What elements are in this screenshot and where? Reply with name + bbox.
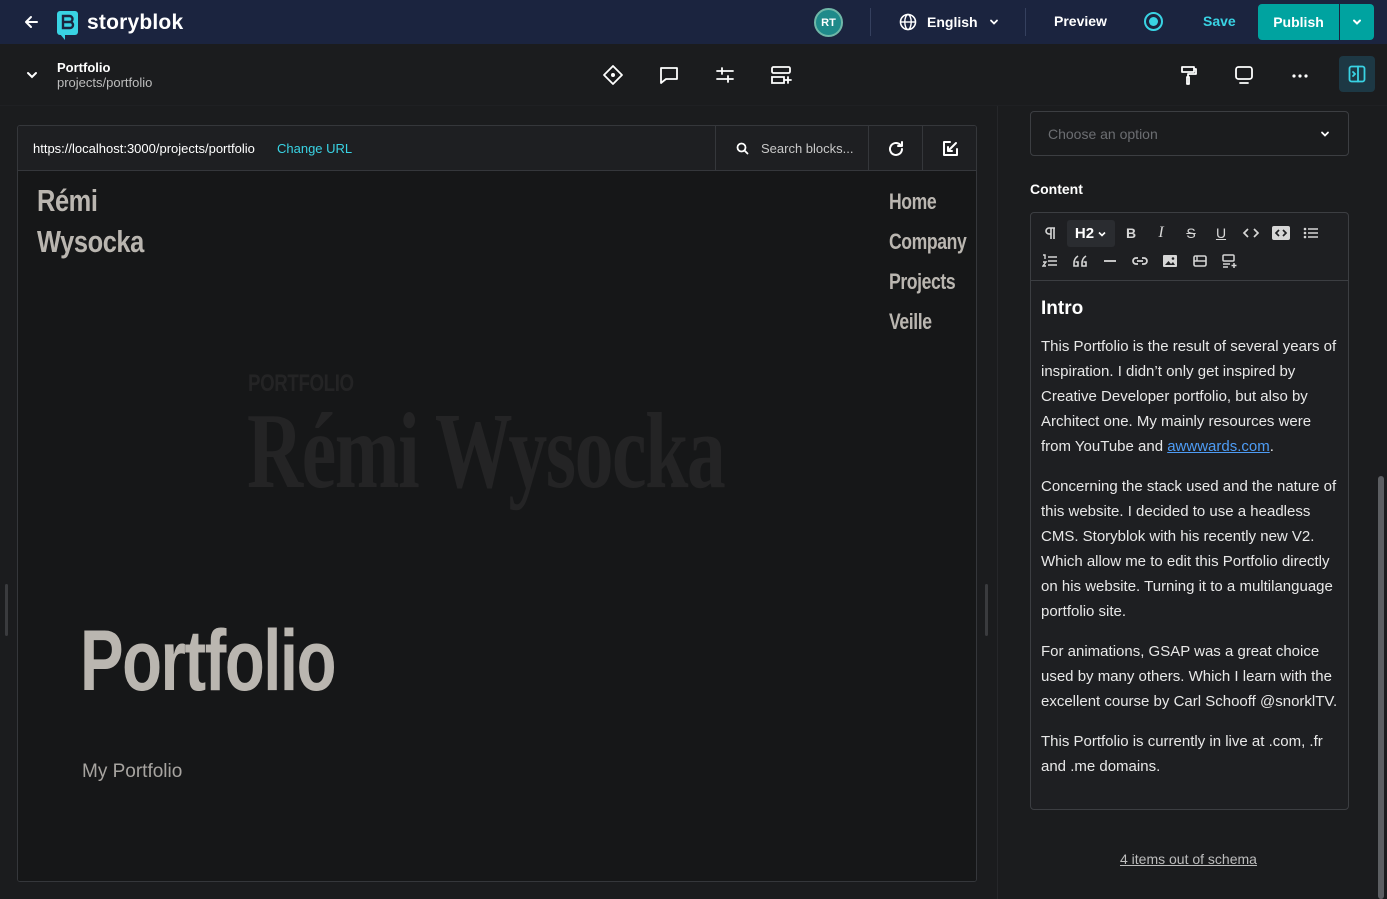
- paragraph-icon[interactable]: [1038, 222, 1062, 244]
- sidebar-toggle-icon: [1348, 65, 1366, 83]
- code-block-icon[interactable]: [1269, 222, 1293, 244]
- blok-icon[interactable]: [1188, 250, 1212, 272]
- search-icon: [736, 142, 749, 155]
- chevron-down-icon[interactable]: [24, 69, 40, 81]
- save-button[interactable]: Save: [1203, 13, 1236, 29]
- richtext-toolbar: H2 B I S U: [1031, 213, 1348, 281]
- resize-handle-left[interactable]: [5, 584, 8, 636]
- bold-icon[interactable]: B: [1119, 222, 1143, 244]
- more-icon[interactable]: [1288, 63, 1312, 87]
- option-select-placeholder: Choose an option: [1048, 125, 1158, 142]
- preview-url: https://localhost:3000/projects/portfoli…: [33, 141, 255, 156]
- bullet-list-icon[interactable]: [1299, 222, 1323, 244]
- site-logo-line2: Wysocka: [37, 224, 144, 259]
- search-blocks-input[interactable]: Search blocks...: [715, 126, 868, 171]
- preview-frame: https://localhost:3000/projects/portfoli…: [17, 125, 977, 882]
- hero-title: Portfolio: [80, 613, 336, 709]
- content-paragraph: Concerning the stack used and the nature…: [1041, 478, 1337, 620]
- site-logo[interactable]: Rémi Wysocka: [37, 180, 144, 262]
- sidebar-toggle-button[interactable]: [1339, 56, 1375, 92]
- content-paragraph: For animations, GSAP was a great choice …: [1041, 643, 1338, 710]
- comment-icon[interactable]: [657, 63, 681, 87]
- site-nav-veille[interactable]: Veille: [889, 302, 966, 342]
- sliders-icon[interactable]: [713, 63, 737, 87]
- ghost-name: Rémi Wysocka: [247, 392, 726, 511]
- preview-url-bar: https://localhost:3000/projects/portfoli…: [18, 126, 976, 171]
- divider: [870, 8, 871, 36]
- paragraph-text: .: [1269, 438, 1274, 455]
- monitor-icon[interactable]: [1232, 63, 1256, 87]
- insert-block-icon[interactable]: [1218, 250, 1242, 272]
- site-nav-home[interactable]: Home: [889, 182, 966, 222]
- add-block-icon[interactable]: [769, 63, 793, 87]
- link-icon[interactable]: [1128, 250, 1152, 272]
- chevron-down-icon: [989, 19, 998, 25]
- image-icon[interactable]: [1158, 250, 1182, 272]
- quote-icon[interactable]: [1068, 250, 1092, 272]
- search-blocks-placeholder: Search blocks...: [761, 141, 854, 156]
- richtext-editor: H2 B I S U Intro This Portfolio is the r…: [1030, 212, 1349, 810]
- chevron-down-icon: [1321, 131, 1329, 137]
- brand-name: storyblok: [87, 11, 184, 34]
- awwwards-link[interactable]: awwwards.com: [1167, 438, 1270, 455]
- resize-handle-right[interactable]: [985, 584, 988, 636]
- content-paragraph: This Portfolio is currently in live at .…: [1041, 733, 1323, 775]
- refresh-button[interactable]: [868, 126, 922, 171]
- code-icon[interactable]: [1239, 222, 1263, 244]
- italic-icon[interactable]: I: [1149, 222, 1173, 244]
- items-out-of-schema-link[interactable]: 4 items out of schema: [1120, 851, 1257, 867]
- ordered-list-icon[interactable]: [1038, 250, 1062, 272]
- paint-roller-icon[interactable]: [1177, 63, 1201, 87]
- chevron-down-icon: [1353, 19, 1361, 25]
- globe-icon: [899, 13, 917, 31]
- underline-icon[interactable]: U: [1209, 222, 1233, 244]
- site-nav: Home Company Projects Veille: [889, 182, 976, 342]
- user-avatar[interactable]: RT: [814, 8, 843, 37]
- language-label: English: [927, 14, 978, 30]
- content-paragraph: This Portfolio is the result of several …: [1041, 334, 1341, 459]
- site-logo-line1: Rémi: [37, 183, 98, 218]
- content-field-label: Content: [1030, 181, 1083, 197]
- divider: [1025, 8, 1026, 36]
- story-name: Portfolio: [57, 60, 111, 75]
- heading-level-label: H2: [1074, 225, 1095, 242]
- chevron-down-icon: [1098, 231, 1106, 237]
- site-nav-company[interactable]: Company: [889, 222, 967, 262]
- open-external-icon: [942, 140, 958, 156]
- storyblok-logo-icon: [57, 11, 78, 40]
- site-nav-projects[interactable]: Projects: [889, 262, 966, 302]
- story-slug: projects/portfolio: [57, 75, 153, 90]
- content-sidebar: Choose an option Content H2 B I S U Intr…: [997, 106, 1387, 899]
- publish-button[interactable]: Publish: [1258, 4, 1339, 40]
- strikethrough-icon[interactable]: S: [1179, 222, 1203, 244]
- open-external-button[interactable]: [922, 126, 976, 171]
- change-url-link[interactable]: Change URL: [277, 141, 352, 156]
- richtext-content[interactable]: Intro This Portfolio is the result of se…: [1041, 296, 1341, 794]
- option-select[interactable]: Choose an option: [1030, 111, 1349, 156]
- live-preview-icon[interactable]: [1144, 12, 1163, 31]
- refresh-icon: [888, 140, 903, 156]
- heading-level-select[interactable]: H2: [1067, 220, 1115, 247]
- top-bar: storyblok RT English Preview Save Publis…: [0, 0, 1387, 44]
- story-bar: Portfolio projects/portfolio: [0, 44, 1387, 106]
- preview-button[interactable]: Preview: [1054, 13, 1107, 29]
- horizontal-rule-icon[interactable]: [1098, 250, 1122, 272]
- publish-options-button[interactable]: [1340, 4, 1374, 40]
- content-heading: Intro: [1041, 298, 1084, 319]
- arrow-left-icon[interactable]: [22, 12, 42, 32]
- language-selector[interactable]: English: [899, 11, 1000, 33]
- storyblok-logo[interactable]: storyblok: [57, 11, 184, 40]
- diamond-icon[interactable]: [601, 63, 625, 87]
- hero-subtitle: My Portfolio: [82, 761, 183, 782]
- site-preview[interactable]: Rémi Wysocka Home Company Projects Veill…: [18, 172, 976, 881]
- sidebar-scrollbar[interactable]: [1378, 476, 1384, 899]
- visual-editor-panel: https://localhost:3000/projects/portfoli…: [0, 106, 997, 899]
